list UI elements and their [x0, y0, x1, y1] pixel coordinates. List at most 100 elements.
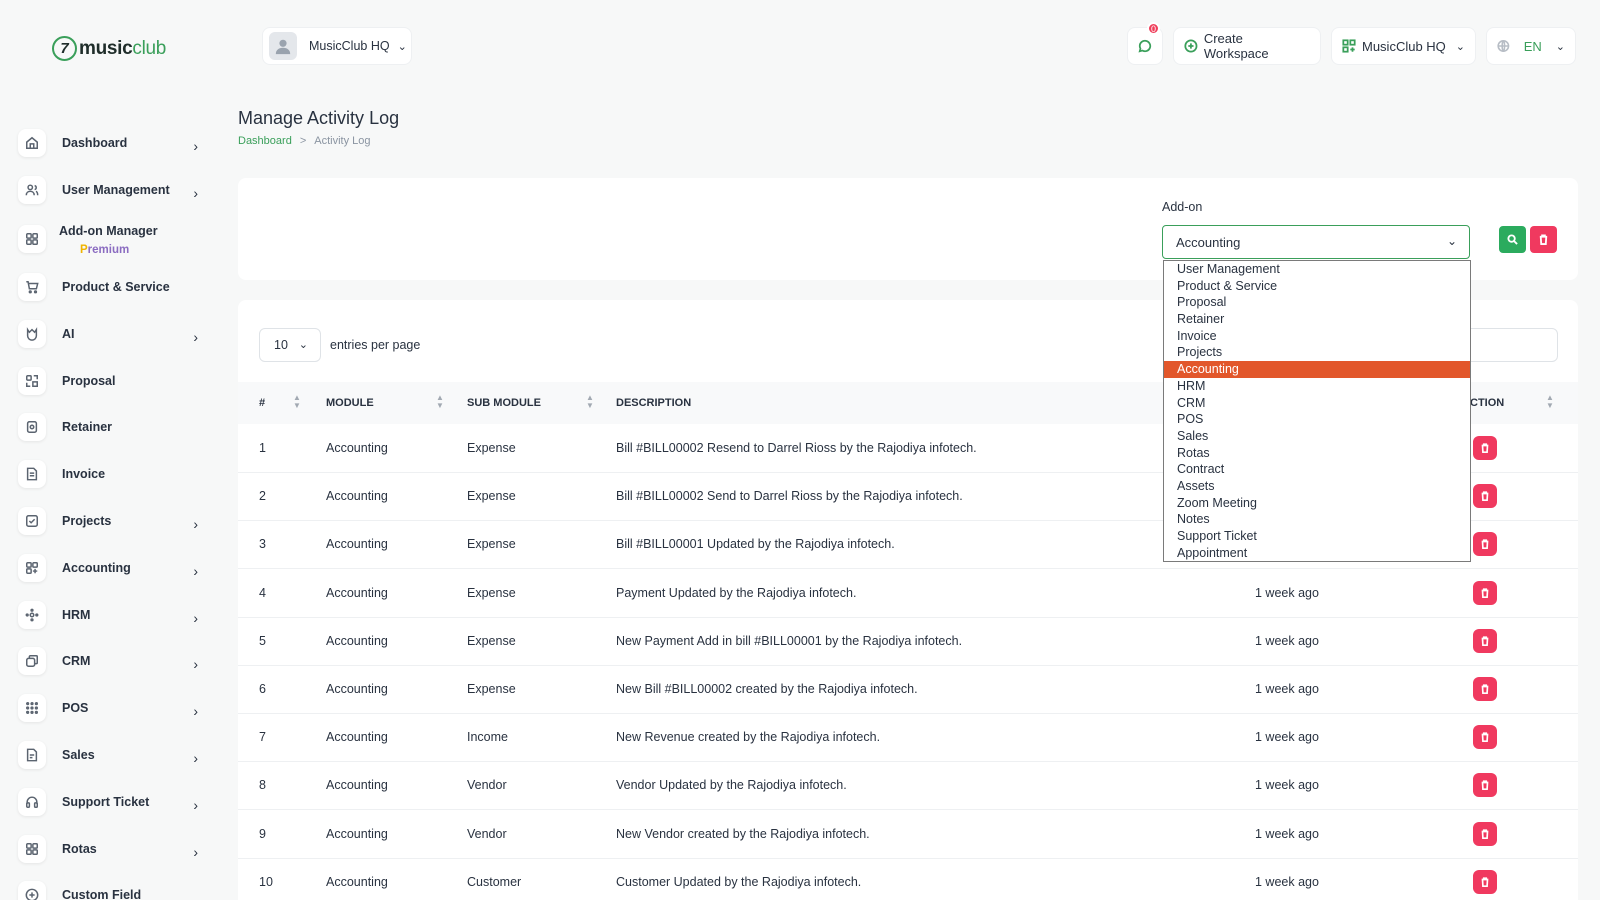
sort-icon[interactable]: ▲ ▼ — [293, 394, 301, 410]
sidebar-item-support-ticket[interactable]: Support Ticket › — [18, 778, 198, 825]
avatar — [269, 32, 297, 60]
headset-icon — [18, 787, 46, 816]
sidebar-item-product-service[interactable]: Product & Service — [18, 264, 198, 311]
create-workspace-label: Create Workspace — [1203, 31, 1269, 61]
row-time: 1 week ago — [1255, 778, 1319, 793]
sidebar-item-accounting[interactable]: Accounting › — [18, 544, 198, 591]
notifications-button[interactable]: 0 — [1127, 22, 1163, 65]
breadcrumb-home[interactable]: Dashboard — [238, 135, 292, 147]
sidebar-item-ai[interactable]: AI › — [18, 310, 198, 357]
dropdown-option[interactable]: Rotas — [1164, 445, 1470, 462]
dropdown-option[interactable]: POS — [1164, 411, 1470, 428]
dropdown-option[interactable]: Appointment — [1164, 545, 1470, 562]
crm-icon — [18, 647, 46, 676]
sidebar-item-custom-field[interactable]: Custom Field — [18, 872, 198, 900]
row-description: New Revenue created by the Rajodiya info… — [616, 730, 881, 745]
globe-icon — [1497, 40, 1510, 52]
trash-icon — [1481, 491, 1489, 502]
row-module: Accounting — [326, 682, 388, 696]
sidebar-item-pos[interactable]: POS › — [18, 685, 198, 732]
pos-icon — [18, 694, 46, 723]
dropdown-option[interactable]: HRM — [1164, 378, 1470, 395]
delete-button[interactable] — [1473, 532, 1497, 557]
col-header-action[interactable]: CTION — [1470, 397, 1504, 409]
dropdown-option[interactable]: Retainer — [1164, 311, 1470, 328]
col-header-number[interactable]: # — [259, 397, 265, 409]
row-description: Bill #BILL00002 Resend to Darrel Rioss b… — [616, 441, 977, 455]
sidebar-item-add-on-manager[interactable]: Add-on Manager Premium — [18, 214, 198, 264]
row-sub-module: Expense — [467, 537, 516, 552]
row-sub-module: Vendor — [467, 826, 507, 841]
sidebar-item-label: Add-on Manager — [59, 223, 158, 238]
sidebar-item-crm[interactable]: CRM › — [18, 638, 198, 685]
dropdown-option[interactable]: User Management — [1164, 261, 1470, 278]
workspace-selector[interactable]: MusicClub HQ ⌄ — [262, 27, 412, 65]
app-logo[interactable]: 7 musicclub — [52, 36, 166, 61]
dropdown-option[interactable]: Zoom Meeting — [1164, 495, 1470, 512]
row-module: Accounting — [326, 537, 388, 552]
workspace-switch-button[interactable]: MusicClub HQ ⌄ — [1331, 27, 1476, 65]
dropdown-option[interactable]: Sales — [1164, 428, 1470, 445]
sidebar-item-projects[interactable]: Projects › — [18, 498, 198, 545]
row-sub-module: Expense — [467, 682, 516, 696]
row-number: 2 — [259, 489, 266, 504]
breadcrumb-current: Activity Log — [314, 135, 371, 147]
plus-circle-icon — [18, 881, 46, 900]
search-button[interactable] — [1499, 226, 1526, 253]
dropdown-option[interactable]: Notes — [1164, 511, 1470, 528]
delete-button[interactable] — [1473, 580, 1497, 605]
sort-icon[interactable]: ▲ ▼ — [586, 394, 594, 410]
grid-icon — [18, 224, 46, 253]
dropdown-option[interactable]: Product & Service — [1164, 278, 1470, 295]
users-icon — [18, 176, 46, 205]
dropdown-option[interactable]: Support Ticket — [1164, 528, 1470, 545]
sidebar-item-retainer[interactable]: Retainer — [18, 404, 198, 451]
plus-circle-icon — [1184, 39, 1198, 53]
delete-button[interactable] — [1473, 821, 1497, 846]
dropdown-option[interactable]: Invoice — [1164, 328, 1470, 345]
trash-icon — [1481, 829, 1489, 839]
delete-button[interactable] — [1473, 677, 1497, 701]
sort-icon[interactable]: ▲ ▼ — [1546, 394, 1554, 410]
per-page-select[interactable]: 10 ⌄ — [259, 328, 321, 362]
row-number: 8 — [259, 778, 266, 793]
dropdown-option[interactable]: Assets — [1164, 478, 1470, 495]
workspace-switch-label: MusicClub HQ — [1362, 38, 1446, 54]
clear-filter-button[interactable] — [1530, 226, 1557, 253]
sidebar-item-dashboard[interactable]: Dashboard › — [18, 120, 198, 167]
trash-icon — [1481, 684, 1489, 694]
rotas-icon — [18, 834, 46, 863]
delete-button[interactable] — [1473, 436, 1497, 460]
row-number: 1 — [259, 441, 266, 455]
sidebar-item-rotas[interactable]: Rotas › — [18, 825, 198, 872]
dropdown-option[interactable]: Accounting — [1164, 361, 1470, 378]
sidebar-item-invoice[interactable]: Invoice — [18, 451, 198, 498]
create-workspace-button[interactable]: Create Workspace — [1173, 27, 1321, 65]
delete-button[interactable] — [1473, 484, 1497, 509]
delete-button[interactable] — [1473, 869, 1497, 894]
accounting-icon — [18, 553, 46, 582]
sidebar-item-user-management[interactable]: User Management › — [18, 167, 198, 214]
dropdown-option[interactable]: CRM — [1164, 395, 1470, 412]
chevron-right-icon: › — [193, 750, 198, 767]
delete-button[interactable] — [1473, 773, 1497, 798]
col-header-module[interactable]: MODULE — [326, 397, 374, 409]
dropdown-option[interactable]: Projects — [1164, 344, 1470, 361]
sidebar-item-label: POS — [62, 701, 89, 716]
table-row: 8 Accounting Vendor Vendor Updated by the R… — [238, 761, 1578, 811]
row-sub-module: Expense — [467, 633, 516, 648]
addon-select[interactable]: Accounting ⌄ — [1162, 225, 1470, 259]
language-selector[interactable]: EN ⌄ — [1486, 27, 1576, 65]
dropdown-option[interactable]: Contract — [1164, 461, 1470, 478]
col-header-description[interactable]: DESCRIPTION — [616, 397, 691, 409]
sort-icon[interactable]: ▲ ▼ — [436, 394, 444, 410]
delete-button[interactable] — [1473, 628, 1497, 653]
dropdown-option[interactable]: Proposal — [1164, 294, 1470, 311]
sidebar-item-proposal[interactable]: Proposal — [18, 357, 198, 404]
sidebar-item-hrm[interactable]: HRM › — [18, 591, 198, 638]
delete-button[interactable] — [1473, 725, 1497, 750]
chevron-right-icon: › — [193, 843, 198, 860]
col-header-sub-module[interactable]: SUB MODULE — [467, 397, 541, 409]
sidebar-item-sales[interactable]: Sales › — [18, 732, 198, 779]
row-number: 5 — [259, 633, 266, 648]
